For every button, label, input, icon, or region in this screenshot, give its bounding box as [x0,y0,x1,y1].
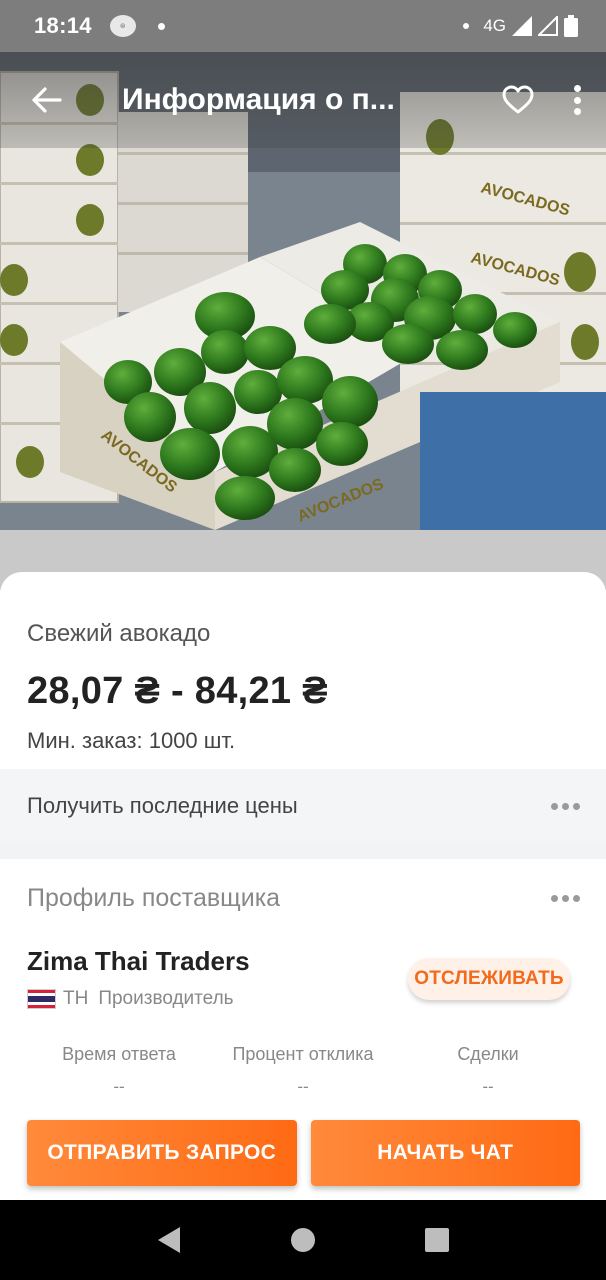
section-divider [0,843,606,863]
stat-response-rate: Процент отклика -- [232,1044,374,1096]
notification-app-icon: ⊛ [109,15,136,37]
supplier-profile-label: Профиль поставщика [27,884,281,912]
supplier-more-icon[interactable] [551,895,580,902]
nav-home-button[interactable] [290,1227,316,1253]
status-indicators: 4G [463,15,578,37]
more-vertical-icon [573,85,581,92]
supplier-meta: TH Производитель [27,988,234,1010]
country-code: TH [63,988,89,1009]
product-name: Свежий авокадо [27,620,211,647]
arrow-left-icon [32,87,62,113]
nav-back-icon [158,1227,180,1253]
status-dot-icon [463,23,470,29]
supplier-name[interactable]: Zima Thai Traders [27,946,250,977]
nav-back-button[interactable] [156,1225,182,1255]
supplier-profile-header: Профиль поставщика [27,884,580,913]
signal-empty-icon [538,16,558,36]
follow-button[interactable]: ОТСЛЕЖИВАТЬ [408,958,570,1000]
supplier-type: Производитель [98,988,234,1009]
favorite-button[interactable] [500,82,536,118]
nav-recents-icon [425,1228,449,1252]
latest-prices-label: Получить последние цены [27,793,298,818]
nav-home-icon [291,1228,315,1252]
product-details-sheet: Свежий авокадо 28,07 ₴ - 84,21 ₴ Мин. за… [0,572,606,1200]
status-bar: 18:14 ⊛ 4G [0,0,606,52]
notification-dot-icon [157,22,165,30]
back-button[interactable] [30,83,64,117]
signal-full-icon [512,16,532,36]
get-latest-prices-row[interactable]: Получить последние цены [0,769,606,843]
app-bar: Информация о п... [0,52,606,148]
thailand-flag-icon [27,989,56,1009]
send-request-button[interactable]: ОТПРАВИТЬ ЗАПРОС [27,1120,297,1186]
page-title: Информация о п... [122,83,395,116]
price-range: 28,07 ₴ - 84,21 ₴ [27,670,328,712]
min-order: Мин. заказ: 1000 шт. [27,728,236,753]
nav-recents-button[interactable] [424,1227,450,1253]
status-time: 18:14 [34,13,92,38]
more-horizontal-icon[interactable] [551,802,580,810]
network-type: 4G [483,16,506,35]
stat-deals: Сделки -- [457,1044,519,1096]
start-chat-button[interactable]: НАЧАТЬ ЧАТ [310,1120,580,1186]
more-options-button[interactable] [570,82,584,118]
action-buttons: ОТПРАВИТЬ ЗАПРОС НАЧАТЬ ЧАТ [27,1120,580,1186]
battery-icon [564,15,578,37]
stat-response-time: Время ответа -- [62,1044,176,1096]
heart-icon [502,85,534,114]
system-nav-bar [0,1200,606,1280]
